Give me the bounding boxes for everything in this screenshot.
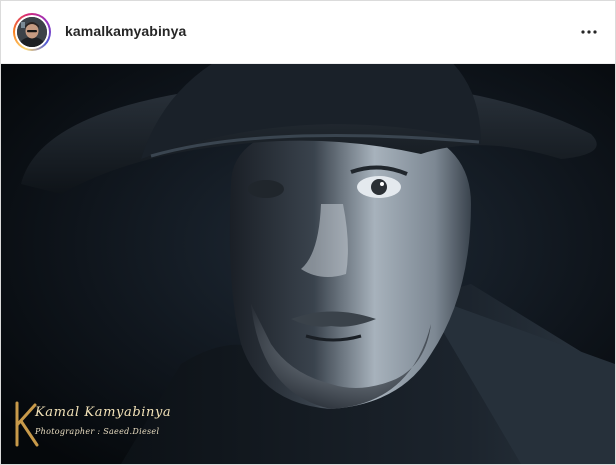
avatar-border — [15, 15, 49, 49]
avatar-photo — [17, 17, 47, 47]
watermark: Kamal Kamyabinya Photographer : Saeed.Di… — [13, 399, 213, 459]
more-horizontal-icon — [581, 30, 597, 34]
post-header: kamalkamyabinya — [1, 1, 615, 64]
username-link[interactable]: kamalkamyabinya — [65, 23, 186, 39]
avatar-image — [17, 17, 47, 47]
more-options-button[interactable] — [577, 21, 601, 43]
post-photo[interactable]: Kamal Kamyabinya Photographer : Saeed.Di… — [1, 64, 615, 464]
avatar[interactable] — [13, 13, 51, 51]
watermark-name: Kamal Kamyabinya — [35, 405, 172, 420]
watermark-credit: Photographer : Saeed.Diesel — [35, 427, 160, 436]
instagram-post: kamalkamyabinya Kamal Kamyabinya Photogr… — [0, 0, 616, 465]
